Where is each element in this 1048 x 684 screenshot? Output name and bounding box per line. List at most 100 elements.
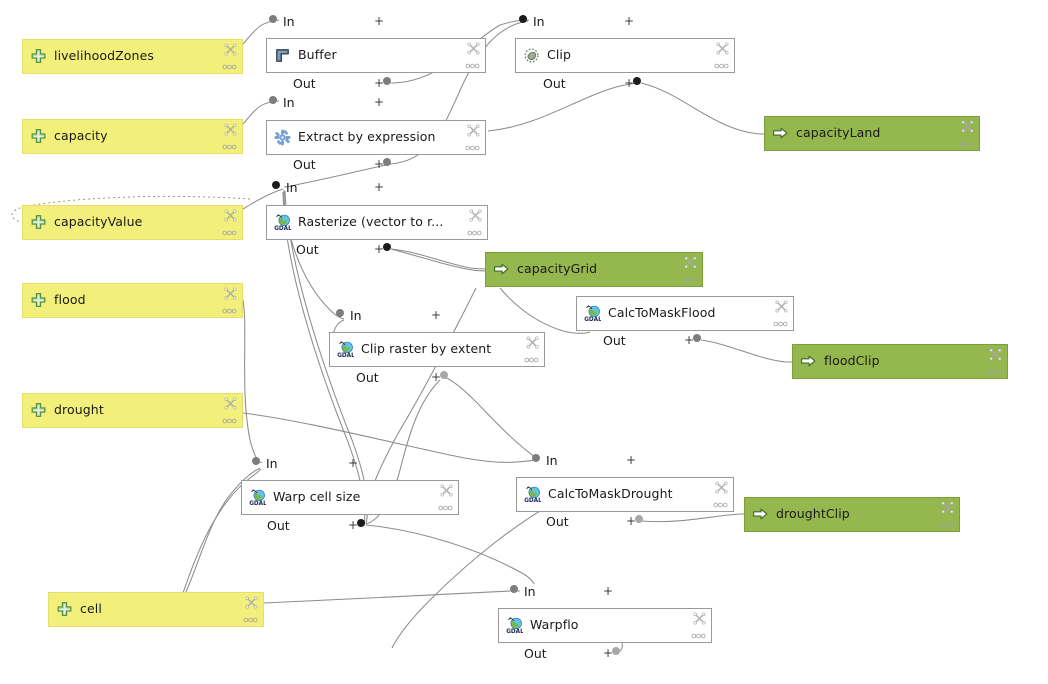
node-flood[interactable]: flood <box>22 283 243 318</box>
port-label-out-warpflo: Out <box>524 648 547 661</box>
gdal-icon: GDAL <box>274 214 291 231</box>
node-capacityGrid[interactable]: capacityGrid <box>485 252 703 287</box>
node-warpCellSize[interactable]: GDALWarp cell size <box>241 480 459 515</box>
buffer-icon <box>274 47 291 64</box>
node-options-icon[interactable] <box>222 64 237 70</box>
node-capacity[interactable]: capacity <box>22 119 243 154</box>
remove-node-icon[interactable] <box>245 596 258 609</box>
remove-node-icon[interactable] <box>224 287 237 300</box>
port-connector-out-buffer[interactable] <box>383 77 391 85</box>
node-clip[interactable]: Clip <box>515 38 735 73</box>
node-label: Clip raster by extent <box>361 343 491 356</box>
port-connector-out-calcToMaskFlood[interactable] <box>693 334 701 342</box>
svg-text:GDAL: GDAL <box>274 226 291 231</box>
port-label-out-extractByExpression: Out <box>293 159 316 172</box>
remove-node-icon[interactable] <box>467 124 480 137</box>
node-label: Warp cell size <box>273 491 360 504</box>
node-extractByExpression[interactable]: Extract by expression <box>266 120 486 155</box>
port-dot-in-warpflo[interactable] <box>510 585 518 593</box>
port-expand-in-clipRasterByExtent[interactable]: + <box>431 309 441 321</box>
model-canvas[interactable]: livelihoodZones capacity capacityValue floo… <box>0 0 1048 684</box>
remove-node-icon[interactable] <box>716 42 729 55</box>
remove-node-icon[interactable] <box>469 209 482 222</box>
remove-node-icon[interactable] <box>715 481 728 494</box>
node-clipRasterByExtent[interactable]: GDALClip raster by extent <box>329 332 545 367</box>
port-label-in-buffer: In <box>283 16 295 29</box>
remove-node-icon[interactable] <box>941 501 954 514</box>
port-expand-in-buffer[interactable]: + <box>374 15 384 27</box>
port-connector-out-clip[interactable] <box>633 77 641 85</box>
port-expand-in-rasterize[interactable]: + <box>374 181 384 193</box>
remove-node-icon[interactable] <box>440 484 453 497</box>
port-dot-in-rasterize[interactable] <box>272 181 280 189</box>
node-options-icon[interactable] <box>773 321 788 327</box>
port-expand-in-extractByExpression[interactable]: + <box>374 96 384 108</box>
port-connector-out-warpflo[interactable] <box>612 647 620 655</box>
port-expand-in-calcToMaskDrought[interactable]: + <box>626 454 636 466</box>
node-capacityLand[interactable]: capacityLand <box>764 116 980 151</box>
port-dot-in-extractByExpression[interactable] <box>269 96 277 104</box>
remove-node-icon[interactable] <box>989 348 1002 361</box>
node-options-icon[interactable] <box>222 230 237 236</box>
port-connector-out-calcToMaskDrought[interactable] <box>635 515 643 523</box>
remove-node-icon[interactable] <box>684 256 697 269</box>
remove-node-icon[interactable] <box>693 612 706 625</box>
port-dot-in-calcToMaskDrought[interactable] <box>532 454 540 462</box>
remove-node-icon[interactable] <box>467 42 480 55</box>
node-cell[interactable]: cell <box>48 592 264 627</box>
node-warpflo[interactable]: GDALWarpflo <box>498 608 712 643</box>
port-expand-in-clip[interactable]: + <box>624 15 634 27</box>
node-options-icon[interactable] <box>222 308 237 314</box>
node-options-icon[interactable] <box>691 633 706 639</box>
port-connector-out-rasterize[interactable] <box>383 243 391 251</box>
port-dot-in-buffer[interactable] <box>269 15 277 23</box>
node-label: livelihoodZones <box>54 50 154 63</box>
port-connector-out-extractByExpression[interactable] <box>383 158 391 166</box>
port-connector-out-warpCellSize[interactable] <box>357 519 365 527</box>
node-droughtClip[interactable]: droughtClip <box>744 497 960 532</box>
node-options-icon[interactable] <box>713 502 728 508</box>
node-options-icon[interactable] <box>467 230 482 236</box>
port-dot-in-warpCellSize[interactable] <box>252 457 260 465</box>
port-connector-out-clipRasterByExtent[interactable] <box>440 371 448 379</box>
node-options-icon[interactable] <box>465 145 480 151</box>
input-parameter-icon <box>30 128 47 145</box>
node-options-icon[interactable] <box>222 144 237 150</box>
port-expand-in-warpflo[interactable]: + <box>603 585 613 597</box>
node-options-icon[interactable] <box>243 617 258 623</box>
node-options-icon[interactable] <box>987 369 1002 375</box>
node-capacityValue[interactable]: capacityValue <box>22 205 243 240</box>
node-buffer[interactable]: Buffer <box>266 38 486 73</box>
node-calcToMaskFlood[interactable]: GDALCalcToMaskFlood <box>576 296 794 331</box>
node-options-icon[interactable] <box>222 418 237 424</box>
node-label: Warpflo <box>530 619 579 632</box>
remove-node-icon[interactable] <box>961 120 974 133</box>
node-label: capacityValue <box>54 216 142 229</box>
remove-node-icon[interactable] <box>775 300 788 313</box>
port-dot-in-clip[interactable] <box>519 15 527 23</box>
port-dot-in-clipRasterByExtent[interactable] <box>336 309 344 317</box>
node-livelihoodZones[interactable]: livelihoodZones <box>22 39 243 74</box>
node-options-icon[interactable] <box>959 141 974 147</box>
rasterize-out-to-capacityGrid-a <box>391 249 486 269</box>
node-rasterize[interactable]: GDALRasterize (vector to r... <box>266 205 488 240</box>
node-options-icon[interactable] <box>465 63 480 69</box>
node-calcToMaskDrought[interactable]: GDALCalcToMaskDrought <box>516 477 734 512</box>
remove-node-icon[interactable] <box>224 209 237 222</box>
node-label: floodClip <box>824 355 880 368</box>
node-options-icon[interactable] <box>682 277 697 283</box>
remove-node-icon[interactable] <box>224 397 237 410</box>
remove-node-icon[interactable] <box>526 336 539 349</box>
remove-node-icon[interactable] <box>224 43 237 56</box>
node-options-icon[interactable] <box>939 522 954 528</box>
warpcell-out-to-right <box>366 525 534 584</box>
remove-node-icon[interactable] <box>224 123 237 136</box>
node-options-icon[interactable] <box>714 63 729 69</box>
calcflood-out-to-floodClip <box>701 340 792 362</box>
node-floodClip[interactable]: floodClip <box>792 344 1008 379</box>
node-options-icon[interactable] <box>438 505 453 511</box>
node-drought[interactable]: drought <box>22 393 243 428</box>
node-options-icon[interactable] <box>524 357 539 363</box>
port-expand-in-warpCellSize[interactable]: + <box>348 457 358 469</box>
node-label: droughtClip <box>776 508 850 521</box>
